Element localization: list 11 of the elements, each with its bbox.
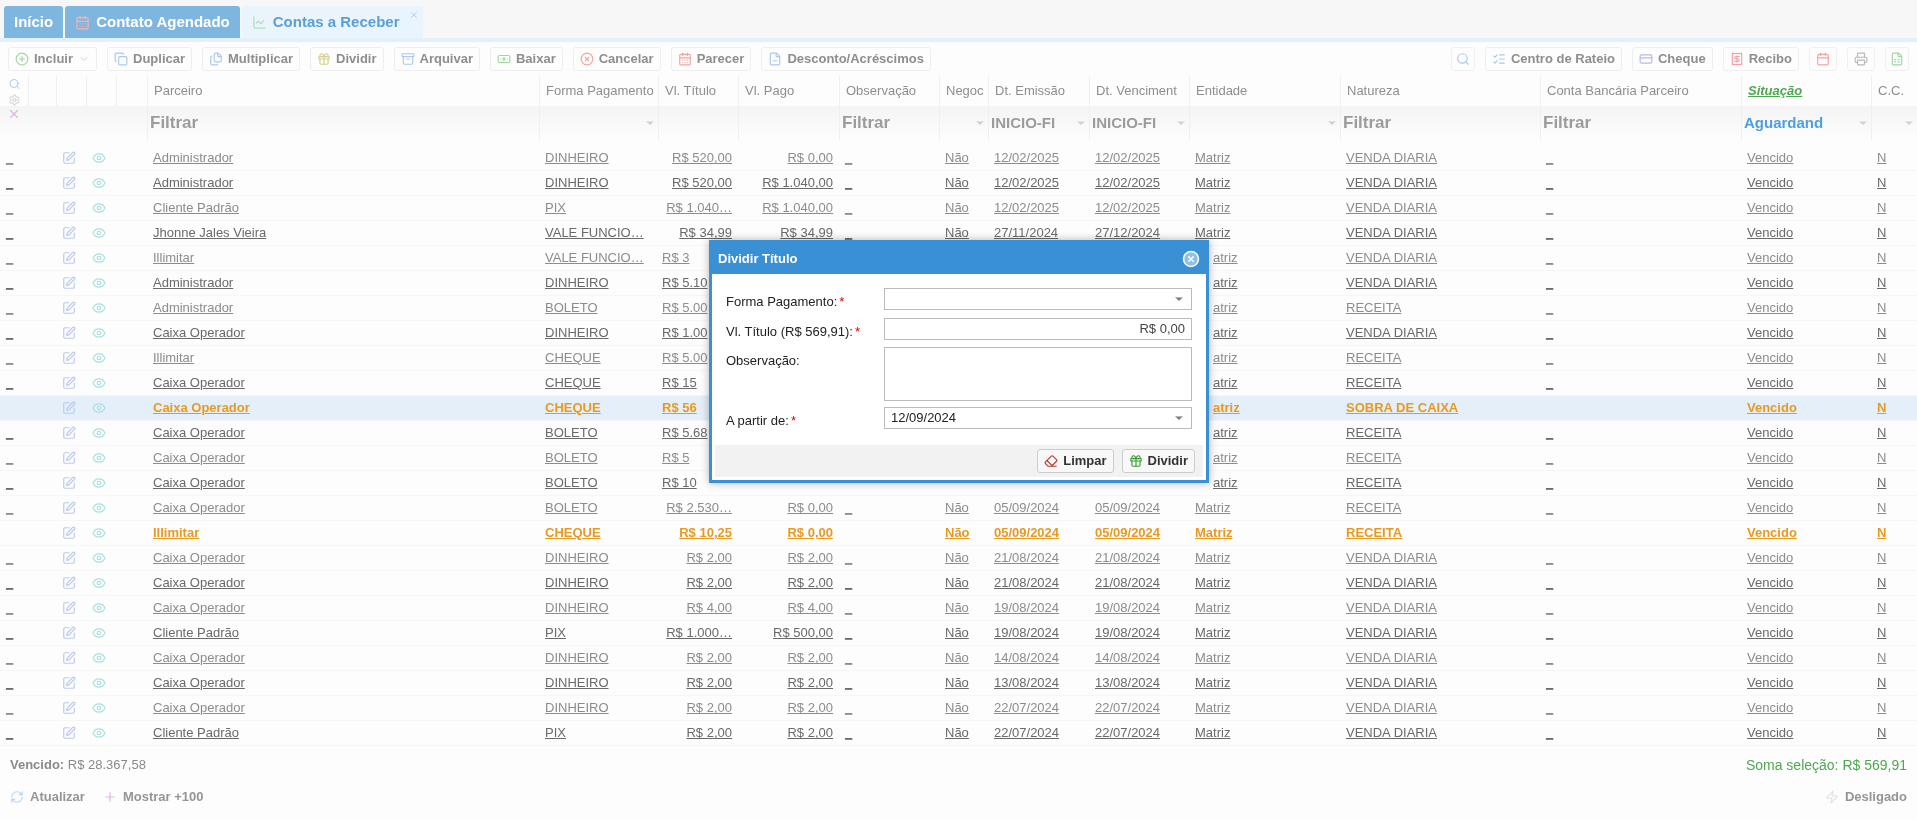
selection-sum: Soma seleção: R$ 569,91 [1745, 755, 1907, 775]
field-label: Vl. Título (R$ 569,91): [726, 323, 853, 339]
dialog-title: Dividir Título [718, 249, 798, 268]
required-mark: * [790, 413, 796, 428]
total-text: Vencido: R$ 28.367,58 [10, 756, 146, 775]
required-mark: * [854, 323, 860, 339]
field-label: Observação: [726, 353, 800, 368]
field-label: Forma Pagamento: [726, 294, 838, 309]
field-label: A partir de: [726, 413, 789, 428]
connection-status: Desligado [1844, 788, 1907, 807]
required-mark: * [839, 294, 845, 309]
